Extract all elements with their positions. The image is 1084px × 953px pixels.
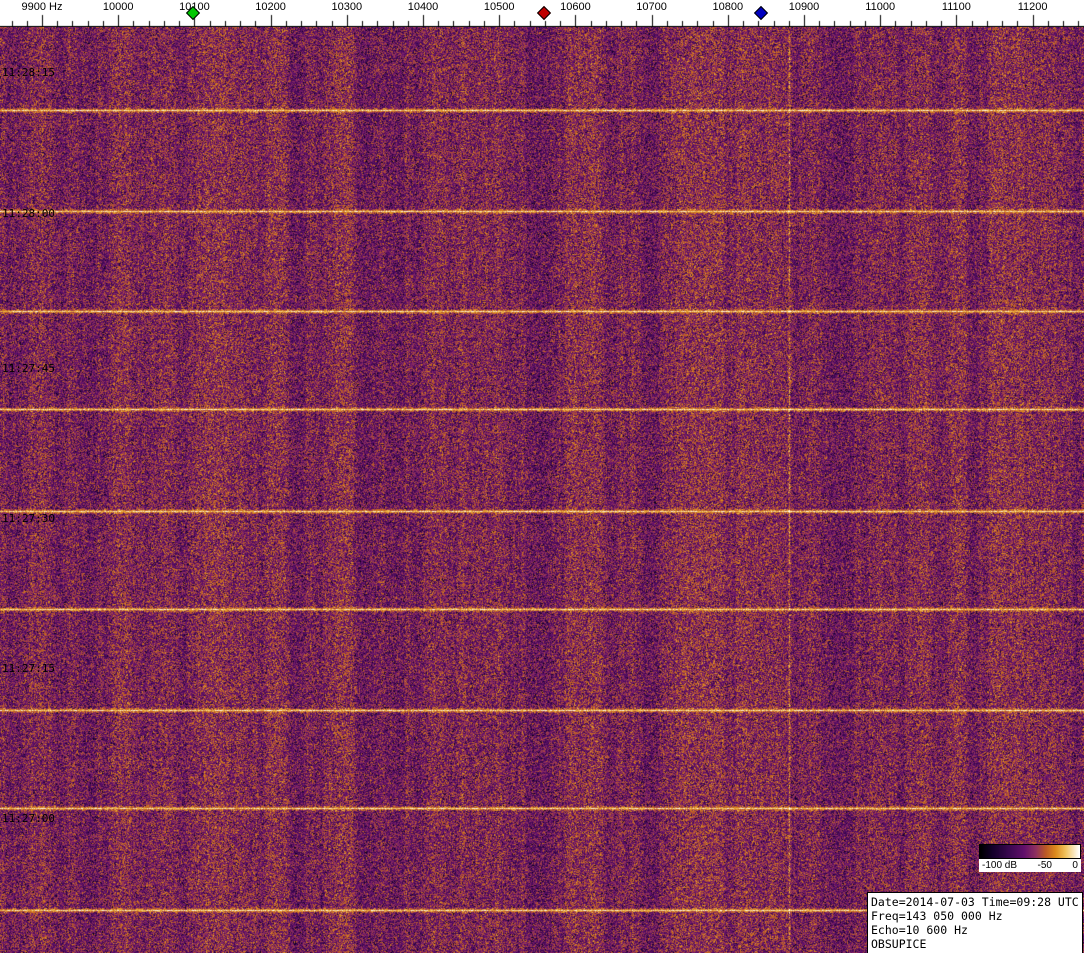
colorbar-labels: -100 dB -50 0 [979,859,1081,872]
colorbar-max-label: 0 [1072,860,1078,871]
freq-tick-label: 10900 [788,1,820,13]
freq-tick-label: 10400 [407,1,439,13]
time-tick-label: 11:27:45 [2,362,55,375]
freq-tick-label: 10500 [483,1,515,13]
freq-tick-label: 9900 Hz [21,1,63,13]
freq-tick-label: 10700 [636,1,667,13]
freq-tick-label: 10000 [102,1,134,13]
observation-info-box: Date=2014-07-03 Time=09:28 UTC Freq=143 … [867,892,1083,953]
time-tick-label: 11:27:30 [2,512,55,525]
freq-tick-label: 11200 [1017,1,1048,13]
colorbar-mid-label: -50 [1037,860,1052,871]
info-freq-line: Freq=143 050 000 Hz [871,909,1003,923]
freq-tick-label: 11100 [941,1,971,13]
spectrogram-app: 9900 Hz100001010010200103001040010500106… [0,0,1084,953]
time-tick-label: 11:27:00 [2,812,55,825]
time-tick-label: 11:28:00 [2,207,55,220]
waterfall-canvas[interactable] [0,27,1084,953]
colorbar-min-label: -100 dB [982,860,1018,871]
freq-tick-label: 11000 [865,1,896,13]
info-station-line: OBSUPICE [871,937,927,951]
time-tick-label: 11:27:15 [2,662,55,675]
time-tick-label: 11:28:15 [2,66,55,79]
freq-tick-label: 10300 [331,1,363,13]
info-date-line: Date=2014-07-03 Time=09:28 UTC [871,895,1079,909]
colorbar-gradient [979,844,1081,859]
freq-tick-label: 10200 [255,1,286,13]
freq-tick-label: 10800 [712,1,744,13]
frequency-ruler[interactable]: 9900 Hz100001010010200103001040010500106… [0,0,1084,27]
colorbar-legend: -100 dB -50 0 [979,844,1081,872]
info-echo-line: Echo=10 600 Hz [871,923,968,937]
freq-tick-label: 10600 [560,1,591,13]
